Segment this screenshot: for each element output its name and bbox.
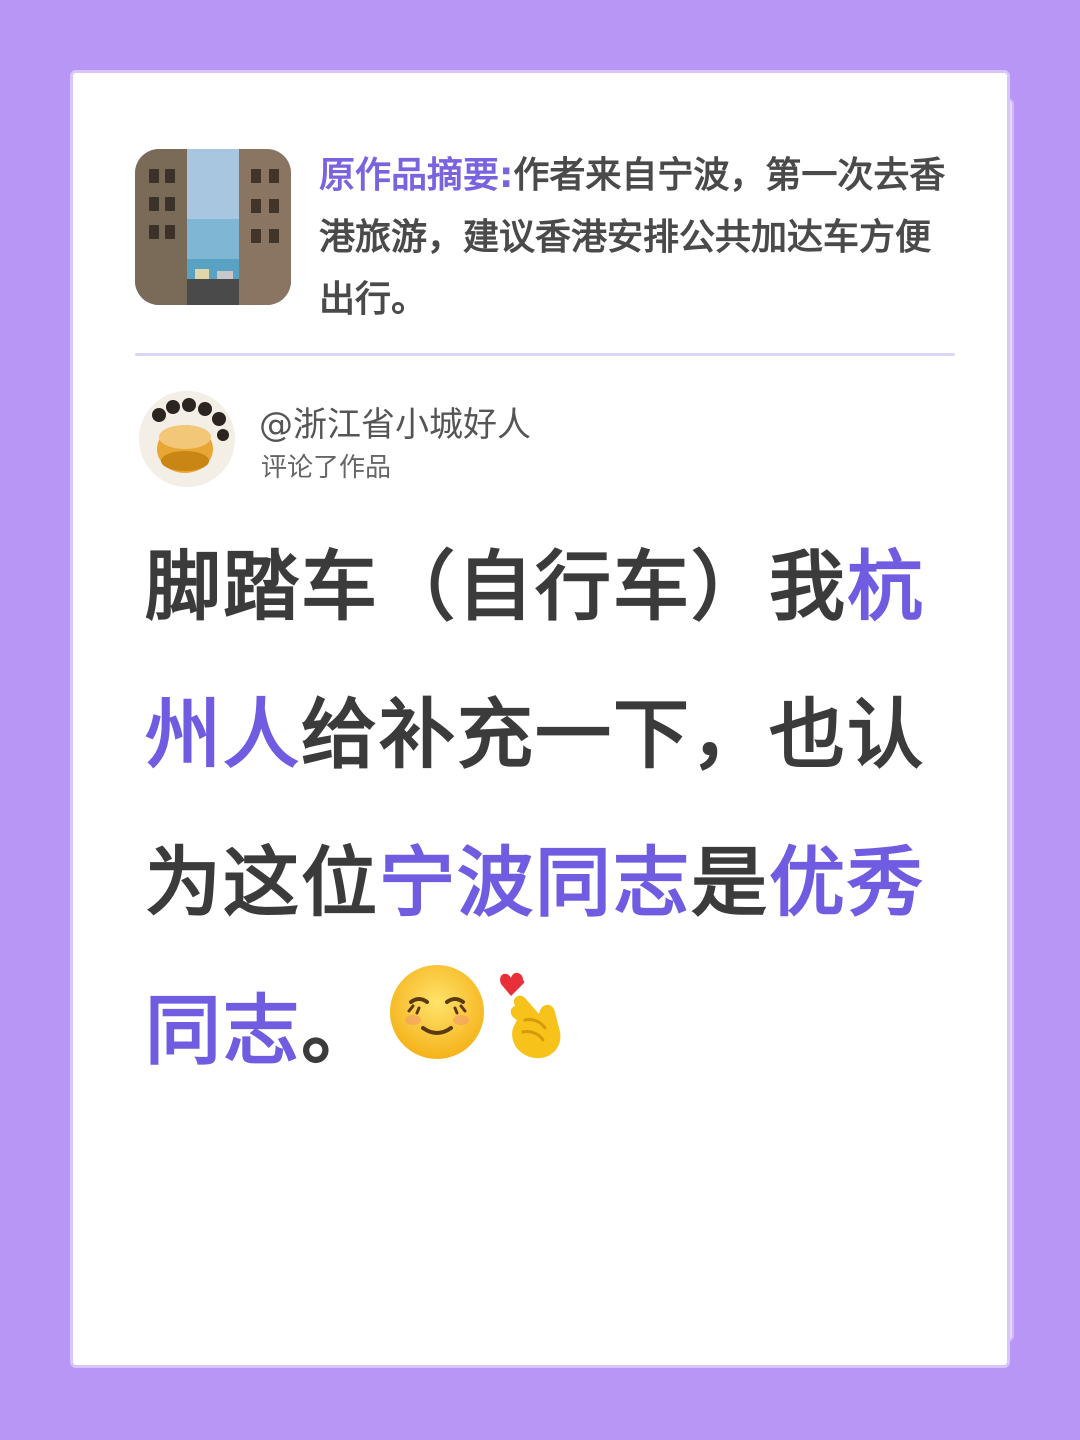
summary-label: 原作品摘要: [319,155,514,196]
comment-highlight: 宁波同志 [379,838,691,927]
comment-body: 脚踏车（自行车）我杭州人给补充一下，也认为这位宁波同志是优秀同志。 [145,513,925,1110]
comment-part: 。 [301,986,379,1075]
smiling-face-icon [387,962,487,1110]
comment-part: 脚踏车（自行车）我 [145,542,847,631]
section-divider [135,353,955,356]
commenter-action: 评论了作品 [261,453,392,483]
avatar-icon [139,391,235,487]
avatar[interactable] [139,391,235,487]
street-photo-icon [135,149,291,305]
commenter-info: @浙江省小城好人 评论了作品 [135,391,835,491]
finger-heart-icon [495,962,575,1110]
comment-part: 是 [691,838,769,927]
summary-text: 原作品摘要:作者来自宁波，第一次去香港旅游，建议香港安排公共加达车方便出行。 [319,145,959,331]
comment-card: 原作品摘要:作者来自宁波，第一次去香港旅游，建议香港安排公共加达车方便出行。 @… [70,70,1010,1368]
commenter-name[interactable]: @浙江省小城好人 [259,397,531,446]
original-post-thumbnail[interactable] [135,149,291,305]
